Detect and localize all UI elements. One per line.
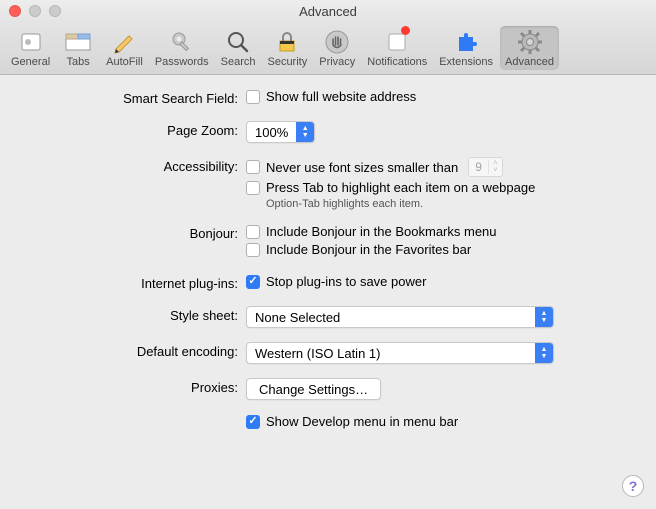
bonjour-label: Bonjour: [20, 224, 246, 241]
switch-icon [16, 28, 46, 56]
content: Smart Search Field: Show full website ad… [0, 75, 656, 453]
bonjour-favorites-checkbox[interactable] [246, 243, 260, 257]
accessibility-hint: Option-Tab highlights each item. [266, 198, 636, 210]
stylesheet-value: None Selected [247, 310, 348, 325]
gear-icon [515, 28, 545, 56]
chevron-updown-icon: ˄˅ [488, 160, 502, 174]
show-full-address-checkbox[interactable] [246, 90, 260, 104]
tab-autofill[interactable]: AutoFill [101, 26, 148, 70]
tab-privacy[interactable]: Privacy [314, 26, 360, 70]
stop-plugins-checkbox[interactable] [246, 275, 260, 289]
bonjour-bookmarks-checkbox[interactable] [246, 225, 260, 239]
stepper-arrows-icon: ▲▼ [296, 122, 314, 142]
tab-security[interactable]: Security [262, 26, 312, 70]
press-tab-checkbox[interactable] [246, 181, 260, 195]
stylesheet-select[interactable]: None Selected ▲▼ [246, 306, 554, 328]
tab-advanced[interactable]: Advanced [500, 26, 559, 70]
stylesheet-label: Style sheet: [20, 306, 246, 323]
show-develop-menu-label: Show Develop menu in menu bar [266, 414, 458, 429]
titlebar: Advanced [0, 0, 656, 22]
encoding-select[interactable]: Western (ISO Latin 1) ▲▼ [246, 342, 554, 364]
magnifier-icon [223, 28, 253, 56]
plugins-label: Internet plug-ins: [20, 274, 246, 291]
stop-plugins-label: Stop plug-ins to save power [266, 274, 426, 289]
pencil-icon [109, 28, 139, 56]
tab-general[interactable]: General [6, 26, 55, 70]
window-title: Advanced [0, 4, 656, 19]
min-font-size-value: 9 [469, 160, 488, 174]
tab-label: Security [267, 56, 307, 68]
lock-icon [272, 28, 302, 56]
page-zoom-label: Page Zoom: [20, 121, 246, 138]
notification-icon [382, 28, 412, 56]
stepper-arrows-icon: ▲▼ [535, 307, 553, 327]
preferences-toolbar: General Tabs AutoFill Passwords Search S… [0, 22, 656, 75]
tab-label: AutoFill [106, 56, 143, 68]
proxies-label: Proxies: [20, 378, 246, 395]
tab-extensions[interactable]: Extensions [434, 26, 498, 70]
help-button[interactable]: ? [622, 475, 644, 497]
stepper-arrows-icon: ▲▼ [535, 343, 553, 363]
never-font-smaller-checkbox[interactable] [246, 160, 260, 174]
show-develop-menu-checkbox[interactable] [246, 415, 260, 429]
tab-tabs[interactable]: Tabs [57, 26, 99, 70]
tab-label: Tabs [67, 56, 90, 68]
tab-label: Passwords [155, 56, 209, 68]
page-zoom-select[interactable]: 100% ▲▼ [246, 121, 315, 143]
page-zoom-value: 100% [247, 125, 296, 140]
puzzle-icon [451, 28, 481, 56]
tab-notifications[interactable]: Notifications [362, 26, 432, 70]
tabs-icon [63, 28, 93, 56]
min-font-size-stepper[interactable]: 9 ˄˅ [468, 157, 503, 177]
encoding-value: Western (ISO Latin 1) [247, 346, 388, 361]
change-settings-button[interactable]: Change Settings… [246, 378, 381, 400]
tab-label: Extensions [439, 56, 493, 68]
press-tab-label: Press Tab to highlight each item on a we… [266, 180, 535, 195]
bonjour-favorites-label: Include Bonjour in the Favorites bar [266, 242, 471, 257]
tab-label: Search [221, 56, 256, 68]
tab-label: Notifications [367, 56, 427, 68]
tab-label: Advanced [505, 56, 554, 68]
tab-label: Privacy [319, 56, 355, 68]
smart-search-label: Smart Search Field: [20, 89, 246, 106]
hand-icon [322, 28, 352, 56]
encoding-label: Default encoding: [20, 342, 246, 359]
tab-label: General [11, 56, 50, 68]
accessibility-label: Accessibility: [20, 157, 246, 174]
tab-search[interactable]: Search [216, 26, 261, 70]
show-full-address-label: Show full website address [266, 89, 416, 104]
key-icon [167, 28, 197, 56]
tab-passwords[interactable]: Passwords [150, 26, 214, 70]
bonjour-bookmarks-label: Include Bonjour in the Bookmarks menu [266, 224, 497, 239]
never-font-smaller-label: Never use font sizes smaller than [266, 160, 458, 175]
